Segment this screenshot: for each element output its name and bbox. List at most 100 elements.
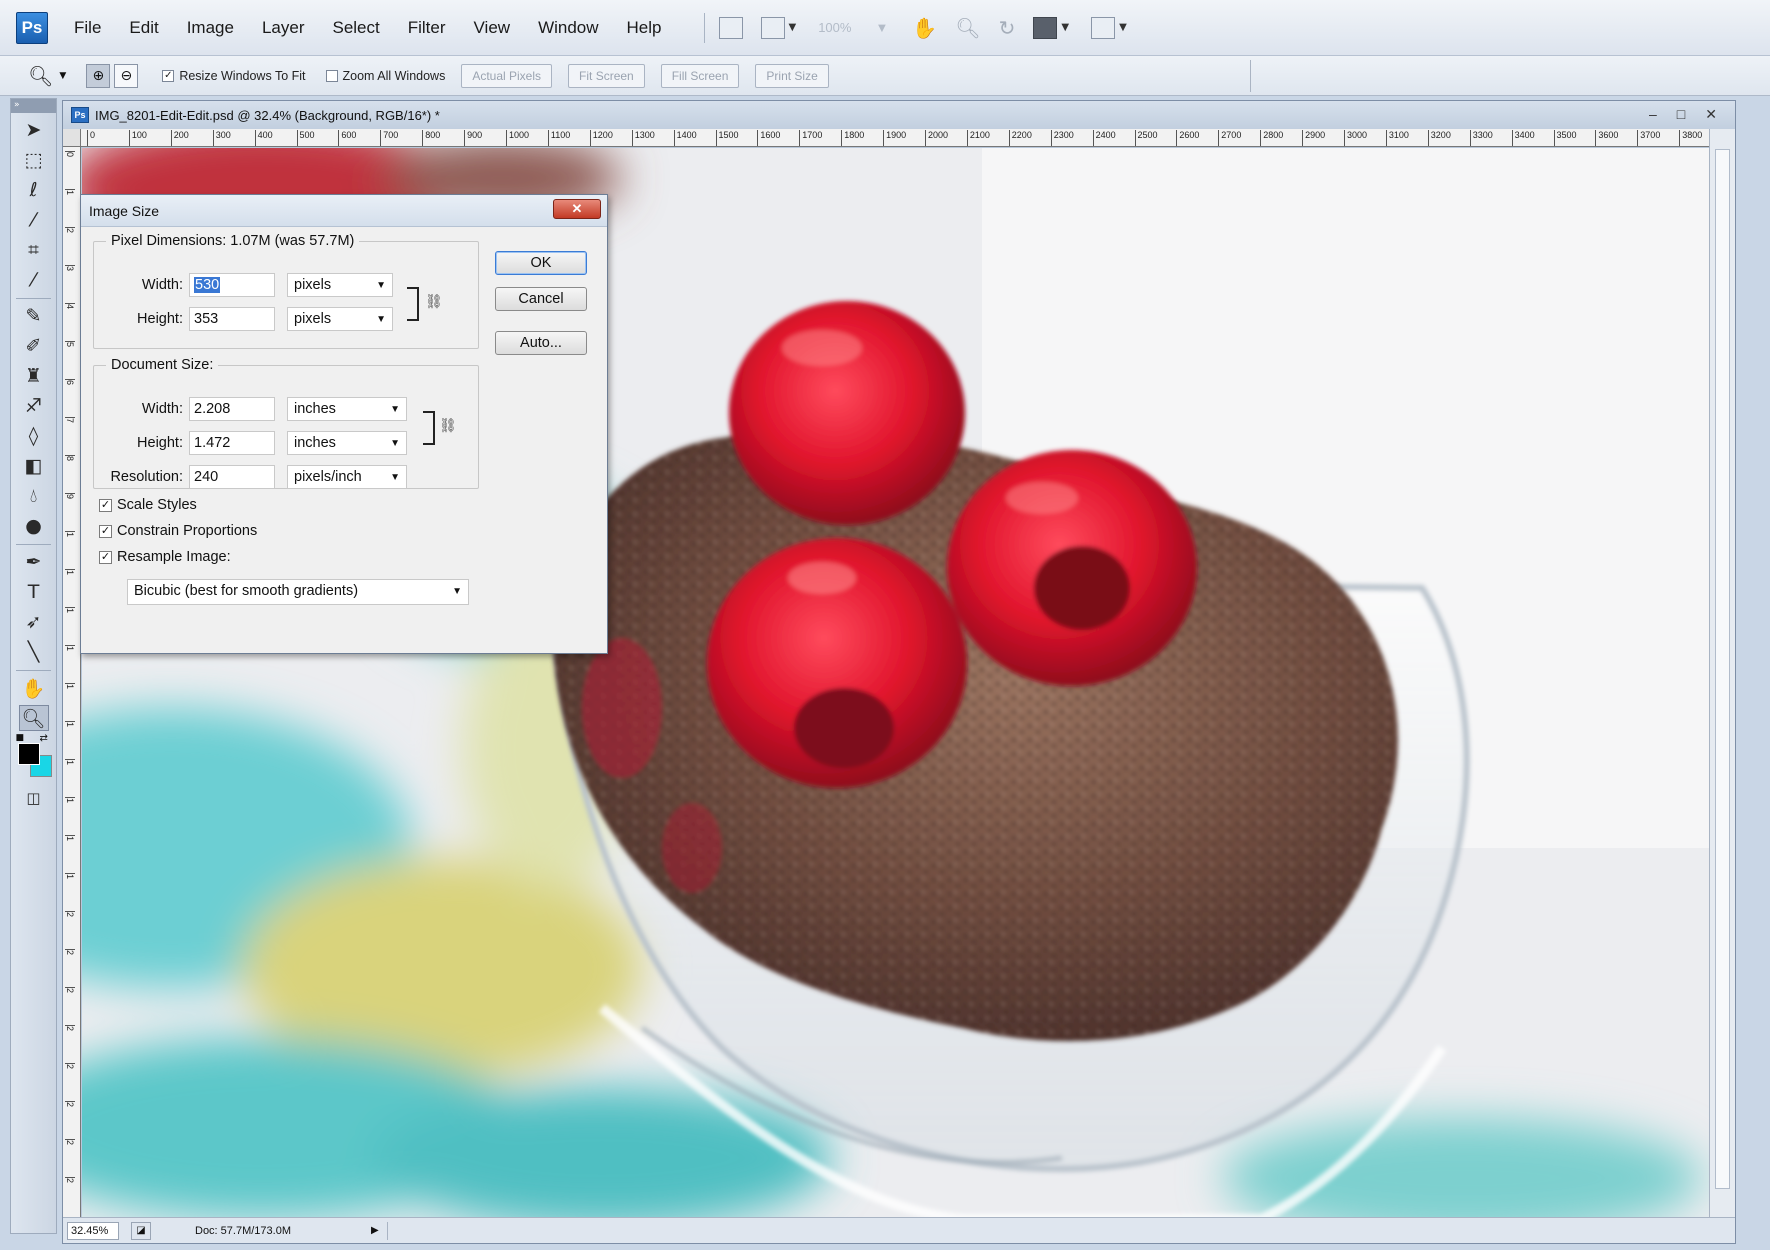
close-icon[interactable]: ✕	[1705, 106, 1717, 123]
gradient-icon[interactable]: ◧	[19, 453, 49, 479]
resolution-input[interactable]: 240	[189, 465, 275, 489]
menu-select[interactable]: Select	[332, 18, 379, 38]
line-icon[interactable]: ╲	[19, 639, 49, 665]
foreground-color-swatch[interactable]	[17, 743, 40, 765]
swap-colors-icon[interactable]: ⇄	[40, 733, 48, 744]
history-brush-icon[interactable]: ♐	[19, 393, 49, 419]
status-info-icon[interactable]: ◪	[131, 1221, 151, 1240]
doc-width-row: Width: 2.208 inches ▼	[101, 397, 407, 421]
pixel-width-input[interactable]: 530	[189, 273, 275, 297]
move-icon[interactable]: ➤	[19, 117, 49, 143]
ruler-tick-label: 1	[65, 683, 75, 690]
dodge-icon[interactable]: ●	[19, 513, 49, 539]
menu-help[interactable]: Help	[627, 18, 662, 38]
type-icon[interactable]: T	[19, 579, 49, 605]
doc-height-unit-select[interactable]: inches ▼	[287, 431, 407, 455]
ruler-tick-label: 8	[65, 455, 75, 462]
doc-height-input[interactable]: 1.472	[189, 431, 275, 455]
menu-edit[interactable]: Edit	[129, 18, 158, 38]
healing-brush-icon[interactable]: ✎	[19, 303, 49, 329]
resize-windows-checkbox[interactable]: ✓ Resize Windows To Fit	[162, 69, 306, 83]
screen-mode-icon[interactable]	[1091, 16, 1116, 39]
resample-image-label: Resample Image:	[117, 549, 231, 565]
dialog-titlebar[interactable]: Image Size ✕	[81, 195, 607, 227]
doc-width-unit-select[interactable]: inches ▼	[287, 397, 407, 421]
print-size-button[interactable]: Print Size	[755, 63, 829, 88]
zoom-all-windows-checkbox[interactable]: Zoom All Windows	[325, 68, 446, 83]
pixel-width-unit-select[interactable]: pixels ▼	[287, 273, 393, 297]
zoom-in-button[interactable]: ⊕	[86, 63, 111, 88]
default-colors-icon[interactable]: ■	[16, 733, 25, 743]
panel-grip[interactable]: »	[11, 99, 56, 113]
blur-icon[interactable]: 💧︎	[19, 483, 49, 509]
zoom-tool-preset-icon[interactable]: 🔍︎	[28, 64, 53, 88]
menu-filter[interactable]: Filter	[408, 18, 446, 38]
eraser-icon[interactable]: ◊	[19, 423, 49, 449]
options-divider	[1250, 60, 1251, 92]
fit-screen-button[interactable]: Fit Screen	[568, 63, 645, 88]
hand-icon[interactable]: ✋	[19, 675, 49, 701]
chevron-down-icon: ▼	[390, 404, 400, 415]
screen-mode-dropdown-icon[interactable]: ▼	[1119, 22, 1127, 33]
maximize-icon[interactable]: □	[1677, 106, 1685, 123]
actual-pixels-button[interactable]: Actual Pixels	[461, 63, 553, 88]
menu-window[interactable]: Window	[538, 18, 598, 38]
auto-button[interactable]: Auto...	[495, 331, 587, 355]
magic-wand-icon[interactable]: ⁄	[19, 207, 49, 233]
resolution-unit-select[interactable]: pixels/inch ▼	[287, 465, 407, 489]
document-tab[interactable]: Ps IMG_8201-Edit-Edit.psd @ 32.4% (Backg…	[63, 101, 1735, 129]
marquee-icon[interactable]: ⬚	[19, 147, 49, 173]
pen-icon[interactable]: ✒	[19, 549, 49, 575]
zoom-icon[interactable]: 🔍︎	[18, 705, 49, 731]
resample-method-select[interactable]: Bicubic (best for smooth gradients) ▼	[127, 579, 469, 605]
vertical-scrollbar[interactable]	[1709, 129, 1735, 1219]
eyedropper-icon[interactable]: ⁄	[19, 267, 49, 293]
zoom-all-windows-label: Zoom All Windows	[342, 68, 446, 83]
menu-image[interactable]: Image	[187, 18, 234, 38]
status-menu-arrow-icon[interactable]: ▶	[371, 1225, 379, 1236]
ruler-tick-label: 3000	[1344, 130, 1367, 146]
crop-icon[interactable]: ⌗	[19, 237, 49, 263]
minimize-icon[interactable]: –	[1649, 106, 1657, 123]
ruler-tick-label: 1	[65, 721, 75, 728]
scrollbar-thumb[interactable]	[1715, 149, 1730, 1189]
chain-link-icon: ⛓	[425, 293, 443, 309]
path-selection-icon[interactable]: ➶	[19, 609, 49, 635]
zoom-out-button[interactable]: ⊖	[114, 63, 139, 88]
ruler-tick-label: 600	[338, 130, 356, 146]
vertical-ruler[interactable]: 0 1 2 3 4 5 6 7 8 9 1 1 1 1 1 1 1 1 1 1 2 2 2 2 2 2 2 2	[63, 147, 81, 1219]
dialog-close-button[interactable]: ✕	[553, 199, 601, 219]
cancel-button[interactable]: Cancel	[495, 287, 587, 311]
scale-styles-checkbox[interactable]: ✓ Scale Styles	[99, 497, 197, 513]
rotate-view-icon[interactable]: ↻	[999, 16, 1016, 40]
horizontal-ruler[interactable]: 0 100 200 300 400 500 600 700 800 900 1000 1100 1200…	[81, 129, 1709, 147]
ok-button[interactable]: OK	[495, 251, 587, 275]
ruler-origin[interactable]	[63, 129, 81, 147]
zoom-tool-icon[interactable]: 🔍︎	[955, 16, 980, 40]
clone-stamp-icon[interactable]: ♜	[19, 363, 49, 389]
pixel-height-unit-select[interactable]: pixels ▼	[287, 307, 393, 331]
pixel-height-row: Height: 353 pixels ▼	[101, 307, 393, 331]
pixel-height-input[interactable]: 353	[189, 307, 275, 331]
quick-mask-icon[interactable]: ◫	[19, 785, 49, 811]
lasso-icon[interactable]: ℓ	[19, 177, 49, 203]
fill-screen-button[interactable]: Fill Screen	[660, 63, 740, 88]
horizontal-scrollbar[interactable]	[386, 1221, 1735, 1240]
constrain-proportions-checkbox[interactable]: ✓ Constrain Proportions	[99, 523, 257, 539]
zoom-level-field[interactable]: 32.45%	[67, 1221, 119, 1240]
view-extras-icon[interactable]	[760, 16, 785, 39]
tool-preset-dropdown-icon[interactable]: ▼	[59, 71, 66, 81]
arrange-documents-dropdown-icon[interactable]: ▼	[1061, 22, 1069, 33]
menu-layer[interactable]: Layer	[262, 18, 305, 38]
doc-width-input[interactable]: 2.208	[189, 397, 275, 421]
view-extras-dropdown-icon[interactable]: ▼	[789, 22, 797, 33]
brush-icon[interactable]: ✐	[19, 333, 49, 359]
resample-image-checkbox[interactable]: ✓ Resample Image:	[99, 549, 231, 565]
zoom-level-dropdown-icon[interactable]: ▼	[875, 20, 888, 35]
launch-bridge-icon[interactable]	[718, 16, 743, 39]
menu-view[interactable]: View	[474, 18, 511, 38]
hand-tool-icon[interactable]: ✋	[912, 16, 937, 40]
arrange-documents-icon[interactable]	[1033, 16, 1058, 39]
zoom-level-select[interactable]: 100%	[818, 20, 851, 35]
menu-file[interactable]: File	[74, 18, 101, 38]
